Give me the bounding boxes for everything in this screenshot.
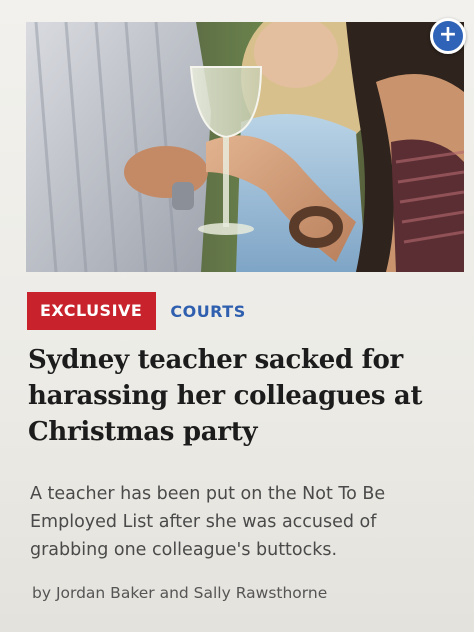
plus-icon: + [438,22,458,47]
article-summary: A teacher has been put on the Not To Be … [30,484,386,560]
article-card[interactable]: + EXCLUSIVE COURTS Sydney teacher sacked… [0,0,474,632]
section-link-courts[interactable]: COURTS [170,302,245,321]
article-headline[interactable]: Sydney teacher sacked for harassing her … [28,342,448,450]
article-hero-image[interactable] [26,22,464,272]
party-photo [26,22,464,272]
exclusive-badge: EXCLUSIVE [27,292,157,330]
article-tags: EXCLUSIVE COURTS [27,292,246,330]
add-to-saved-button[interactable]: + [430,18,466,54]
article-byline: by Jordan Baker and Sally Rawsthorne [32,584,328,602]
